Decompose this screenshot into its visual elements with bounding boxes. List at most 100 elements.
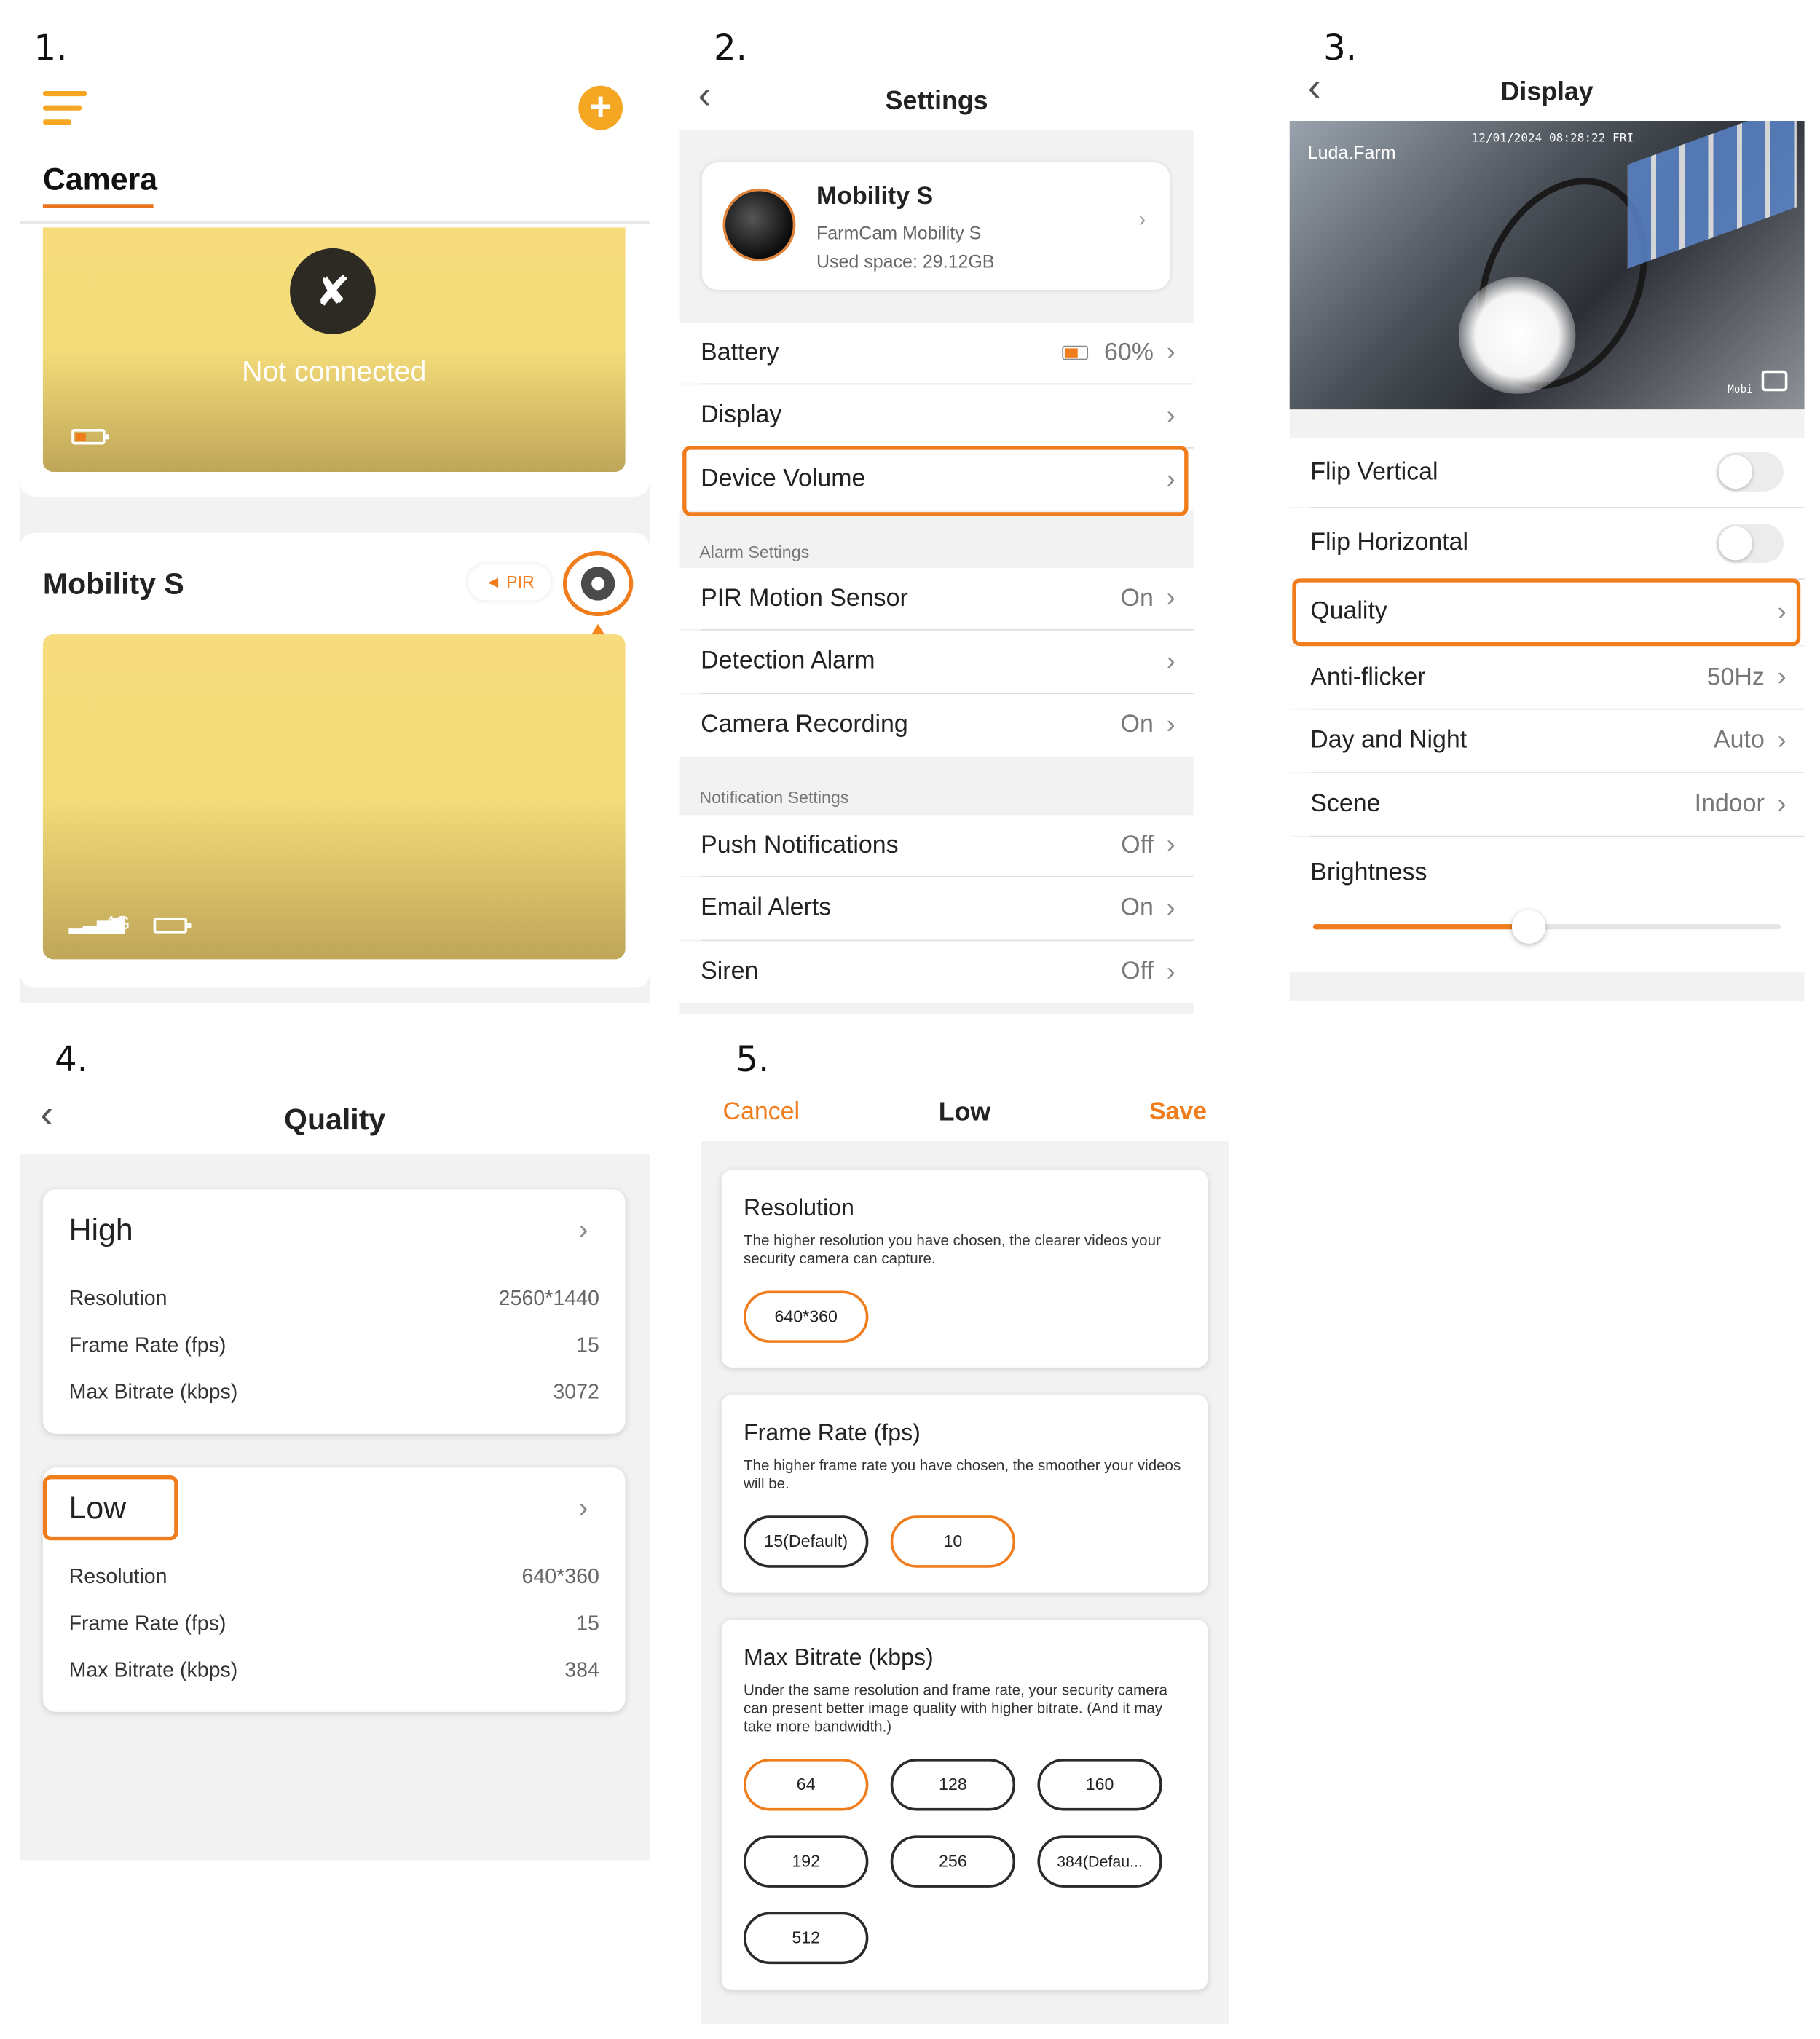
settings-gear-button[interactable] (562, 551, 634, 617)
network-label: 4G (103, 912, 130, 935)
step-number-4: 4. (54, 1040, 88, 1081)
camera-live-preview[interactable]: Luda.Farm 12/01/2024 08:28:22 FRI Mobi (1289, 121, 1805, 410)
panel-display: ‹ Display Luda.Farm 12/01/2024 08:28:22 … (1289, 66, 1805, 1001)
panel-camera-list: + Camera ✘ Not connected Mobility S ◄ PI… (19, 78, 650, 1004)
panel-quality: ‹ Quality High › Resolution 2560*1440 Fra… (19, 1085, 650, 1861)
quality-row: Frame Rate (fps) 15 (68, 1613, 599, 1636)
device-card[interactable]: Mobility S FarmCam Mobility S Used space… (701, 162, 1170, 291)
tab-underline (42, 204, 154, 208)
settings-row-detection-alarm[interactable]: Detection Alarm › (679, 630, 1194, 693)
chevron-right-icon: › (1166, 583, 1175, 612)
page-title: Settings (885, 87, 988, 116)
settings-row-display[interactable]: Display › (679, 384, 1194, 448)
device-avatar (722, 188, 796, 261)
step-number-5: 5. (736, 1040, 770, 1081)
battery-icon (1062, 345, 1089, 360)
add-camera-button[interactable]: + (578, 85, 623, 130)
corner-text: Mobi (1728, 383, 1753, 395)
flip-vertical-toggle[interactable] (1716, 452, 1784, 492)
section-title: Resolution (744, 1194, 854, 1221)
section-title: Frame Rate (fps) (744, 1419, 921, 1446)
quality-row: Frame Rate (fps) 15 (68, 1335, 599, 1357)
bitrate-option[interactable]: 256 (890, 1835, 1016, 1888)
page-title: Quality (284, 1102, 386, 1137)
timestamp: 12/01/2024 08:28:22 FRI (1471, 133, 1634, 146)
battery-icon (71, 429, 109, 445)
section-caption-notification: Notification Settings (699, 787, 849, 808)
brightness-fill (1312, 924, 1529, 930)
disconnected-icon: ✘ (290, 248, 376, 334)
camera-preview-mobility[interactable]: ▂▃▅▆ 4G (42, 634, 626, 960)
resolution-card: Resolution The higher resolution you hav… (721, 1170, 1208, 1368)
frame-rate-card: Frame Rate (fps) The higher frame rate y… (721, 1395, 1208, 1593)
plus-icon: + (589, 85, 612, 129)
device-name: Mobility S (816, 183, 934, 211)
section-title: Max Bitrate (kbps) (744, 1644, 934, 1671)
window-shape (1627, 121, 1797, 269)
quality-card-high[interactable]: High › Resolution 2560*1440 Frame Rate (f… (42, 1189, 626, 1434)
pir-label: PIR (506, 572, 535, 592)
section-desc: Under the same resolution and frame rate… (744, 1683, 1167, 1735)
settings-row-camera-recording[interactable]: Camera Recording On › (679, 694, 1194, 757)
bitrate-option[interactable]: 64 (744, 1759, 869, 1811)
bitrate-option[interactable]: 128 (890, 1759, 1016, 1811)
speaker-icon: ◄ (484, 572, 502, 592)
settings-row-email-alerts[interactable]: Email Alerts On › (679, 877, 1194, 940)
camera-name: Mobility S (42, 567, 184, 601)
light-glow (1458, 277, 1576, 394)
display-row-scene[interactable]: Scene Indoor › (1289, 773, 1805, 836)
display-row-anti-flicker[interactable]: Anti-flicker 50Hz › (1289, 647, 1805, 709)
chevron-right-icon: › (1166, 401, 1175, 430)
save-button[interactable]: Save (1149, 1098, 1207, 1127)
chevron-right-icon: › (578, 1212, 588, 1246)
quality-row: Max Bitrate (kbps) 3072 (68, 1381, 599, 1404)
quality-row: Max Bitrate (kbps) 384 (68, 1660, 599, 1682)
frame-rate-option[interactable]: 15(Default) (744, 1515, 869, 1568)
pir-badge[interactable]: ◄ PIR (468, 564, 551, 601)
quality-card-low[interactable]: Low › Resolution 640*360 Frame Rate (fps)… (42, 1467, 626, 1712)
quality-row: Resolution 2560*1440 (68, 1287, 599, 1311)
camera-preview-disconnected[interactable]: ✘ Not connected (42, 227, 626, 472)
chevron-right-icon: › (1166, 894, 1175, 923)
chevron-right-icon: › (1777, 725, 1786, 755)
chevron-right-icon: › (1777, 789, 1786, 819)
camera-switch-icon[interactable] (1761, 370, 1788, 392)
step-number-2: 2. (713, 28, 747, 69)
page-title: Display (1500, 78, 1594, 107)
bitrate-option[interactable]: 160 (1037, 1759, 1162, 1811)
chevron-right-icon: › (1166, 338, 1175, 367)
chevron-right-icon: › (1777, 663, 1786, 692)
resolution-option[interactable]: 640*360 (744, 1290, 869, 1343)
brightness-slider[interactable] (1312, 910, 1781, 944)
chevron-right-icon: › (1138, 209, 1146, 232)
frame-rate-option[interactable]: 10 (890, 1515, 1016, 1568)
panel-low-quality-edit: Cancel Low Save Resolution The higher re… (701, 1085, 1229, 2024)
settings-row-battery[interactable]: Battery 60% › (679, 322, 1194, 384)
watermark: Luda.Farm (1307, 141, 1396, 163)
chevron-right-icon: › (1166, 647, 1175, 676)
brightness-section: Brightness (1289, 837, 1805, 973)
flip-horizontal-toggle[interactable] (1716, 524, 1784, 563)
settings-row-pir-motion[interactable]: PIR Motion Sensor On › (679, 568, 1194, 629)
bitrate-option[interactable]: 384(Defau... (1037, 1835, 1162, 1888)
chevron-right-icon: › (1166, 710, 1175, 739)
chevron-right-icon: › (1166, 830, 1175, 859)
highlight-device-volume (682, 446, 1189, 516)
display-row-day-night[interactable]: Day and Night Auto › (1289, 709, 1805, 773)
bitrate-option[interactable]: 192 (744, 1835, 869, 1888)
settings-row-siren[interactable]: Siren Off › (679, 941, 1194, 1004)
bitrate-option[interactable]: 512 (744, 1912, 869, 1965)
device-used-space: Used space: 29.12GB (816, 251, 995, 272)
tab-camera[interactable]: Camera (43, 162, 157, 199)
panel-settings: ‹ Settings Mobility S FarmCam Mobility S… (679, 71, 1194, 1014)
section-caption-alarm: Alarm Settings (699, 542, 810, 562)
section-desc: The higher frame rate you have chosen, t… (744, 1458, 1181, 1493)
brightness-thumb[interactable] (1511, 910, 1545, 944)
quality-row: Resolution 640*360 (68, 1566, 599, 1589)
brightness-label: Brightness (1310, 859, 1427, 887)
device-model: FarmCam Mobility S (816, 222, 982, 243)
not-connected-label: Not connected (242, 355, 427, 387)
settings-row-push-notifications[interactable]: Push Notifications Off › (679, 815, 1194, 877)
highlight-low (42, 1475, 178, 1541)
menu-icon[interactable] (42, 90, 87, 134)
